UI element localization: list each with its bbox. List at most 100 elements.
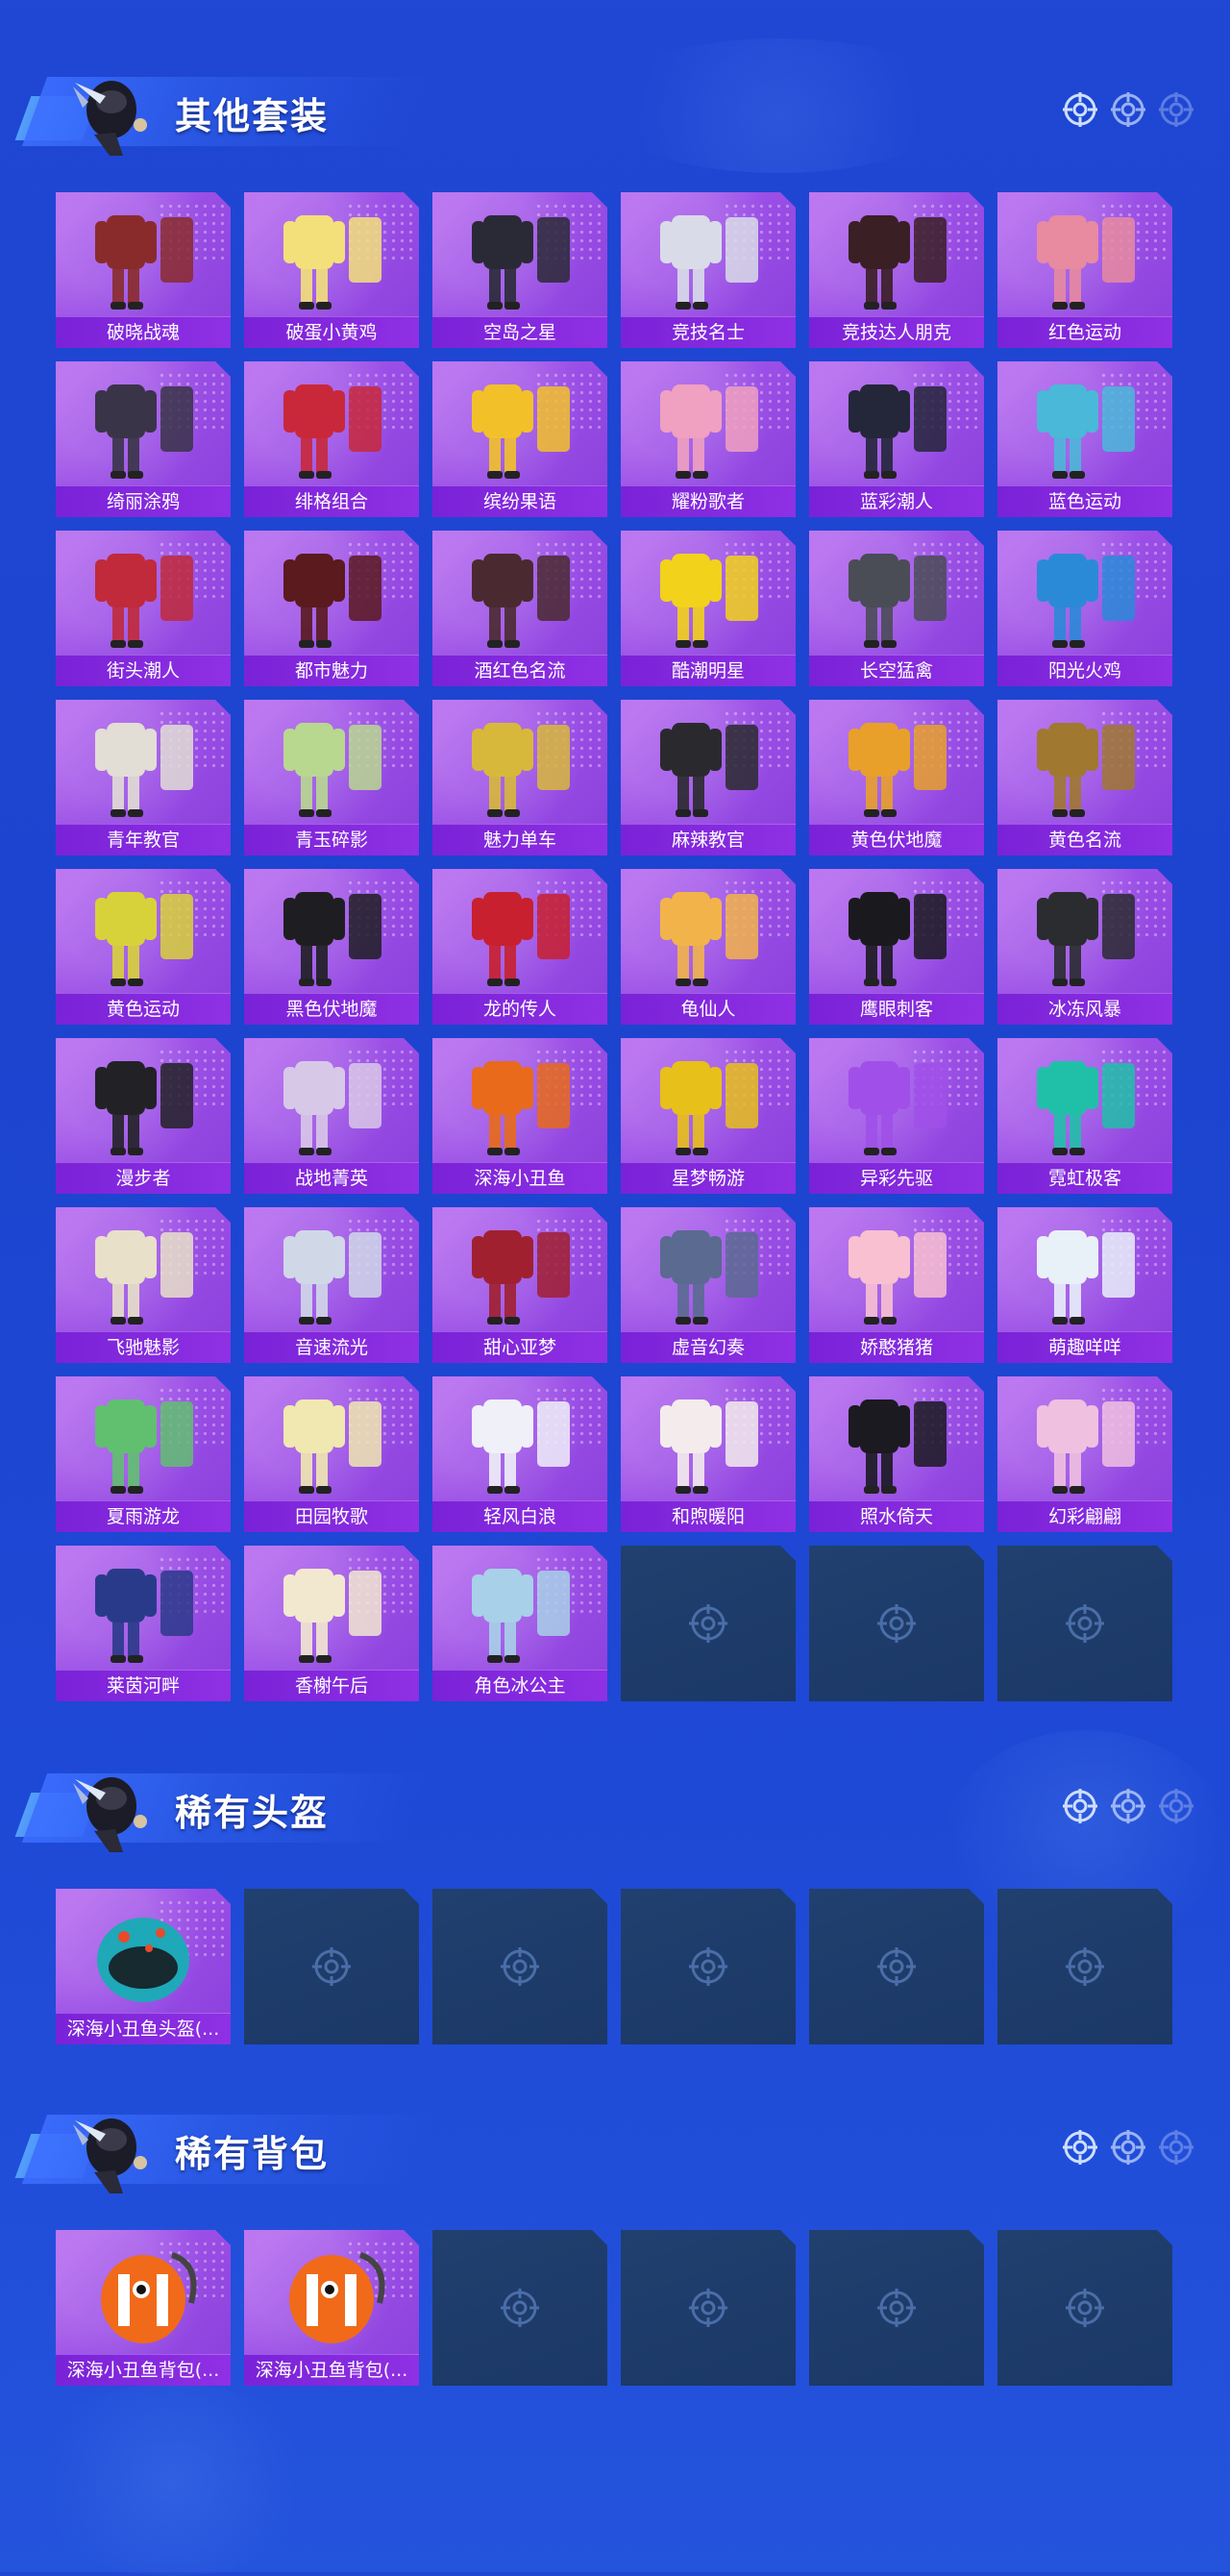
item-card[interactable]: 破蛋小黄鸡 <box>244 192 419 348</box>
item-card[interactable]: 田园牧歌 <box>244 1376 419 1532</box>
item-card[interactable]: 竞技达人朋克 <box>809 192 984 348</box>
item-card[interactable]: 黄色运动 <box>56 869 231 1025</box>
item-card[interactable]: 街头潮人 <box>56 531 231 686</box>
item-card[interactable]: 青年教官 <box>56 700 231 855</box>
item-card[interactable]: 萌趣咩咩 <box>997 1207 1172 1363</box>
item-art <box>56 367 231 484</box>
item-card[interactable]: 霓虹极客 <box>997 1038 1172 1194</box>
item-card[interactable]: 阳光火鸡 <box>997 531 1172 686</box>
item-card[interactable]: 娇憨猪猪 <box>809 1207 984 1363</box>
empty-slot-icon <box>310 1945 353 1988</box>
empty-slot-card[interactable] <box>997 1546 1172 1701</box>
item-card[interactable]: 莱茵河畔 <box>56 1546 231 1701</box>
empty-slot-card[interactable] <box>621 1889 796 2044</box>
item-name: 鹰眼刺客 <box>809 993 984 1025</box>
item-card[interactable]: 深海小丑鱼 <box>432 1038 607 1194</box>
item-card[interactable]: 深海小丑鱼背包(... <box>56 2230 231 2386</box>
item-card[interactable]: 龙的传人 <box>432 869 607 1025</box>
item-name: 青玉碎影 <box>244 824 419 855</box>
item-card[interactable]: 甜心亚梦 <box>432 1207 607 1363</box>
item-card[interactable]: 黄色伏地魔 <box>809 700 984 855</box>
crosshair-icon <box>1111 1789 1145 1823</box>
item-art <box>997 1382 1172 1499</box>
item-card[interactable]: 耀粉歌者 <box>621 361 796 517</box>
empty-slot-card[interactable] <box>997 2230 1172 2386</box>
item-card[interactable]: 蓝色运动 <box>997 361 1172 517</box>
item-card[interactable]: 音速流光 <box>244 1207 419 1363</box>
item-card[interactable]: 空岛之星 <box>432 192 607 348</box>
item-card[interactable]: 蓝彩潮人 <box>809 361 984 517</box>
item-card[interactable]: 星梦畅游 <box>621 1038 796 1194</box>
empty-slot-card[interactable] <box>621 2230 796 2386</box>
item-name: 角色冰公主 <box>432 1670 607 1701</box>
item-card[interactable]: 照水倚天 <box>809 1376 984 1532</box>
striped-jacket-icon <box>245 1044 418 1161</box>
brown-suit-icon <box>998 706 1171 823</box>
item-card[interactable]: 竞技名士 <box>621 192 796 348</box>
red-qipao-icon <box>433 875 606 992</box>
item-card[interactable]: 红色运动 <box>997 192 1172 348</box>
item-card[interactable]: 漫步者 <box>56 1038 231 1194</box>
item-card[interactable]: 麻辣教官 <box>621 700 796 855</box>
item-card[interactable]: 酷潮明星 <box>621 531 796 686</box>
item-card[interactable]: 和煦暖阳 <box>621 1376 796 1532</box>
section-rare-helmets: 稀有头盔 深海小丑鱼头盔(... <box>0 1754 1230 1860</box>
item-card[interactable]: 角色冰公主 <box>432 1546 607 1701</box>
item-card[interactable]: 夏雨游龙 <box>56 1376 231 1532</box>
empty-slot-card[interactable] <box>997 1889 1172 2044</box>
section-header: 稀有背包 <box>0 2095 1230 2201</box>
item-card[interactable]: 绮丽涂鸦 <box>56 361 231 517</box>
empty-slot-icon <box>687 2287 729 2329</box>
item-card[interactable]: 深海小丑鱼背包(... <box>244 2230 419 2386</box>
item-card[interactable]: 鹰眼刺客 <box>809 869 984 1025</box>
pink-singer-outfit-icon <box>622 367 795 484</box>
item-card[interactable]: 魅力单车 <box>432 700 607 855</box>
item-card[interactable]: 深海小丑鱼头盔(... <box>56 1889 231 2044</box>
item-art <box>56 536 231 654</box>
item-card[interactable]: 长空猛禽 <box>809 531 984 686</box>
yellow-sport-jacket-icon <box>57 875 230 992</box>
item-card[interactable]: 战地菁英 <box>244 1038 419 1194</box>
empty-slot-card[interactable] <box>432 1889 607 2044</box>
dark-armor-outfit-icon <box>998 875 1171 992</box>
item-card[interactable]: 冰冻风暴 <box>997 869 1172 1025</box>
fruit-print-set-icon <box>433 367 606 484</box>
empty-slot-card[interactable] <box>244 1889 419 2044</box>
item-name: 缤纷果语 <box>432 485 607 517</box>
item-card[interactable]: 黄色名流 <box>997 700 1172 855</box>
white-casual-set-icon <box>622 1382 795 1499</box>
item-card[interactable]: 虚音幻奏 <box>621 1207 796 1363</box>
item-card[interactable]: 绯格组合 <box>244 361 419 517</box>
section-header: 其他套装 <box>0 58 1230 163</box>
item-card[interactable]: 飞驰魅影 <box>56 1207 231 1363</box>
item-art <box>997 1213 1172 1330</box>
item-name: 黑色伏地魔 <box>244 993 419 1025</box>
item-card[interactable]: 异彩先驱 <box>809 1038 984 1194</box>
item-card[interactable]: 香榭午后 <box>244 1546 419 1701</box>
item-card[interactable]: 酒红色名流 <box>432 531 607 686</box>
item-name: 漫步者 <box>56 1162 231 1194</box>
item-name: 蓝彩潮人 <box>809 485 984 517</box>
item-card[interactable]: 轻风白浪 <box>432 1376 607 1532</box>
item-card[interactable]: 青玉碎影 <box>244 700 419 855</box>
item-card[interactable]: 都市魅力 <box>244 531 419 686</box>
empty-slot-card[interactable] <box>809 2230 984 2386</box>
clownfish-backpack-icon <box>245 2236 418 2353</box>
item-card[interactable]: 黑色伏地魔 <box>244 869 419 1025</box>
item-card[interactable]: 龟仙人 <box>621 869 796 1025</box>
item-art <box>621 1382 796 1499</box>
item-name: 空岛之星 <box>432 316 607 348</box>
item-art <box>244 198 419 315</box>
empty-slot-card[interactable] <box>809 1889 984 2044</box>
target-icons <box>1061 1787 1195 1825</box>
item-art <box>432 1382 607 1499</box>
item-art <box>244 706 419 823</box>
empty-slot-card[interactable] <box>621 1546 796 1701</box>
item-name: 红色运动 <box>997 316 1172 348</box>
empty-slot-card[interactable] <box>809 1546 984 1701</box>
empty-slot-card[interactable] <box>432 2230 607 2386</box>
item-art <box>809 875 984 992</box>
item-card[interactable]: 破晓战魂 <box>56 192 231 348</box>
item-card[interactable]: 幻彩翩翩 <box>997 1376 1172 1532</box>
item-card[interactable]: 缤纷果语 <box>432 361 607 517</box>
